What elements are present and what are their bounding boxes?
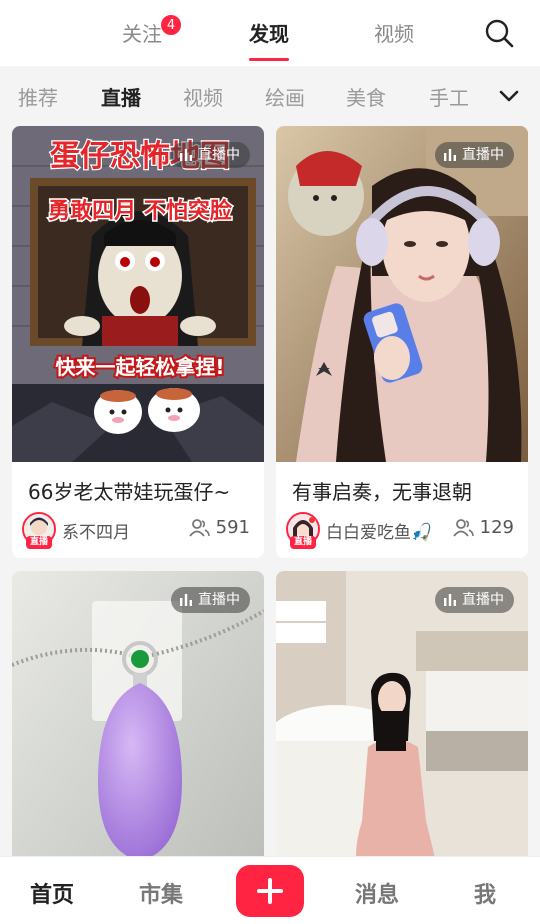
- tab-video[interactable]: 视频: [374, 18, 414, 47]
- live-status-label: 直播中: [198, 147, 240, 163]
- live-status-label: 直播中: [462, 592, 504, 608]
- author-name[interactable]: 系不四月: [62, 518, 130, 543]
- live-card[interactable]: 直播中: [276, 571, 528, 871]
- card-meta: 直播 白白爱吃鱼🎣 129: [286, 512, 518, 549]
- category-bar: 推荐 直播 视频 绘画 美食 手工: [0, 66, 540, 124]
- tab-follow[interactable]: 关注: [122, 18, 162, 47]
- live-card[interactable]: 直播中 有事启奏，无事退朝 直播 白白爱吃鱼🎣 129: [276, 126, 528, 558]
- live-status-badge: 直播中: [171, 587, 250, 613]
- card-thumbnail: [276, 571, 528, 871]
- category-handcraft[interactable]: 手工: [429, 82, 469, 111]
- live-bars-icon: [180, 149, 192, 161]
- viewer-count: 591: [188, 517, 250, 538]
- card-thumbnail: 蛋仔恐怖地图 勇敢四月 不怕突脸 快来一起轻松拿捏!: [12, 126, 264, 462]
- nav-home[interactable]: 首页: [30, 877, 74, 909]
- card-thumbnail: [12, 571, 264, 871]
- live-status-badge: 直播中: [435, 587, 514, 613]
- viewers-icon: [452, 518, 474, 537]
- live-status-label: 直播中: [198, 592, 240, 608]
- search-icon[interactable]: [484, 18, 514, 48]
- card-meta: 直播 系不四月 591: [22, 512, 254, 549]
- category-food[interactable]: 美食: [346, 82, 386, 111]
- follow-badge: 4: [160, 14, 182, 36]
- live-bars-icon: [444, 594, 456, 606]
- category-live[interactable]: 直播: [101, 82, 141, 111]
- chevron-down-icon[interactable]: [494, 82, 524, 110]
- live-status-label: 直播中: [462, 147, 504, 163]
- live-bars-icon: [180, 594, 192, 606]
- tab-discover[interactable]: 发现: [249, 18, 289, 61]
- card-thumbnail: [276, 126, 528, 462]
- poster-line2: 快来一起轻松拿捏!: [55, 355, 224, 379]
- nav-market[interactable]: 市集: [139, 877, 183, 909]
- live-tag: 直播: [290, 536, 316, 549]
- bottom-nav: 首页 市集 消息 我: [0, 856, 540, 924]
- poster-line1: 勇敢四月 不怕突脸: [48, 198, 233, 224]
- viewer-count: 129: [452, 517, 514, 538]
- live-card[interactable]: 蛋仔恐怖地图 勇敢四月 不怕突脸 快来一起轻松拿捏! 直播中 66岁老太带娃玩蛋…: [12, 126, 264, 558]
- viewer-count-value: 591: [215, 517, 250, 538]
- card-title: 66岁老太带娃玩蛋仔~: [28, 480, 231, 504]
- live-card[interactable]: 直播中: [12, 571, 264, 871]
- live-status-badge: 直播中: [435, 142, 514, 168]
- live-tag: 直播: [26, 536, 52, 549]
- viewers-icon: [188, 518, 210, 537]
- top-bar: 关注 4 发现 视频: [0, 0, 540, 66]
- author-name[interactable]: 白白爱吃鱼🎣: [326, 518, 432, 543]
- nav-messages[interactable]: 消息: [355, 877, 399, 909]
- category-painting[interactable]: 绘画: [265, 82, 305, 111]
- nav-me[interactable]: 我: [474, 877, 496, 909]
- card-title: 有事启奏，无事退朝: [292, 480, 472, 504]
- live-status-badge: 直播中: [171, 142, 250, 168]
- plus-icon[interactable]: [236, 865, 304, 917]
- viewer-count-value: 129: [479, 517, 514, 538]
- category-video[interactable]: 视频: [183, 82, 223, 111]
- category-recommend[interactable]: 推荐: [18, 82, 58, 111]
- live-bars-icon: [444, 149, 456, 161]
